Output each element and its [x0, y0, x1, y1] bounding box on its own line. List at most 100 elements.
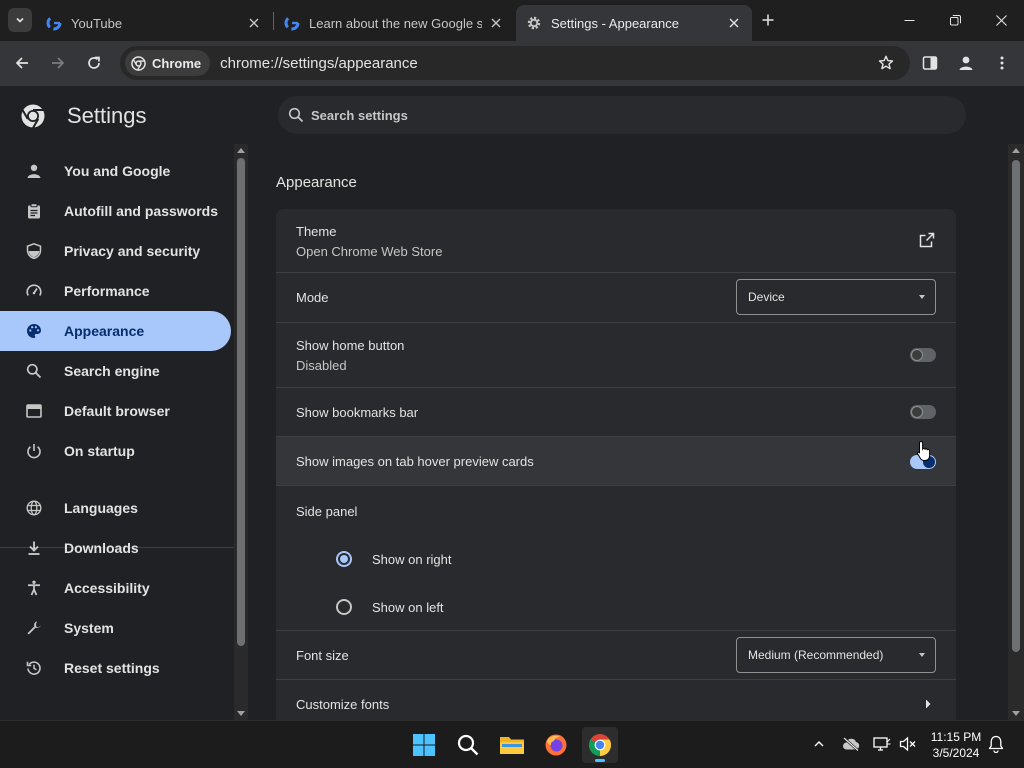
scrollbar-thumb[interactable] [237, 158, 245, 646]
bookmarks-bar-row[interactable]: Show bookmarks bar [276, 387, 956, 436]
show-on-left-label[interactable]: Show on left [372, 600, 444, 615]
mouse-cursor-icon [916, 440, 931, 461]
shield-icon [24, 241, 44, 261]
forward-arrow-icon [52, 57, 65, 69]
hover-cards-row[interactable]: Show images on tab hover preview cards [276, 436, 956, 485]
font-size-row: Font size Medium (Recommended) [276, 630, 956, 679]
font-size-label: Font size [296, 648, 349, 663]
mode-row: Mode Device [276, 272, 956, 322]
back-arrow-icon [15, 57, 28, 69]
chrome-icon[interactable] [582, 727, 618, 763]
sidebar-item-label: On startup [64, 443, 135, 459]
profile-button[interactable] [954, 51, 978, 75]
sidebar-item-search-engine[interactable]: Search engine [0, 351, 231, 391]
close-window-button[interactable] [986, 8, 1016, 32]
sidebar-item-reset-settings[interactable]: Reset settings [0, 648, 231, 688]
display-icon[interactable] [871, 733, 893, 755]
reload-button[interactable] [82, 51, 106, 75]
notification-bell-icon[interactable] [985, 733, 1007, 755]
tab-search-button[interactable] [8, 8, 32, 32]
bookmark-star-icon[interactable] [872, 49, 900, 77]
accessibility-icon [24, 578, 44, 598]
chip-label: Chrome [152, 55, 202, 71]
cloud-off-icon[interactable] [840, 733, 862, 755]
home-button-toggle[interactable] [910, 348, 936, 362]
close-icon[interactable] [488, 15, 504, 31]
sidebar-item-on-startup[interactable]: On startup [0, 431, 231, 471]
clipboard-icon [24, 201, 44, 221]
scroll-up-arrow[interactable] [237, 148, 245, 153]
sidebar-item-label: Accessibility [64, 580, 150, 596]
show-on-right-label[interactable]: Show on right [372, 552, 452, 567]
sidebar-item-languages[interactable]: Languages [0, 488, 231, 528]
toggle-knob [911, 406, 923, 418]
sidebar-item-default-browser[interactable]: Default browser [0, 391, 231, 431]
minimize-button[interactable] [894, 8, 924, 32]
forward-button[interactable] [46, 51, 70, 75]
search-icon[interactable] [450, 727, 486, 763]
url-text[interactable]: chrome://settings/appearance [220, 55, 872, 72]
sidebar-item-system[interactable]: System [0, 608, 231, 648]
show-on-right-radio[interactable] [336, 551, 352, 567]
chevron-down-icon [16, 17, 24, 23]
google-g-icon [46, 15, 62, 31]
sidebar-item-downloads[interactable]: Downloads [0, 528, 231, 568]
windows-start-icon[interactable] [406, 727, 442, 763]
main-scrollbar[interactable] [1008, 144, 1024, 720]
open-in-new-icon[interactable] [919, 232, 935, 248]
back-button[interactable] [10, 51, 34, 75]
customize-fonts-row[interactable]: Customize fonts [276, 679, 956, 720]
bookmarks-bar-toggle[interactable] [910, 405, 936, 419]
sidebar-scrollbar[interactable] [234, 144, 248, 720]
sidebar-item-label: System [64, 620, 114, 636]
close-icon[interactable] [726, 15, 742, 31]
home-button-row[interactable]: Show home button Disabled [276, 322, 956, 387]
scroll-down-arrow[interactable] [237, 711, 245, 716]
search-settings-input[interactable]: Search settings [278, 96, 966, 134]
address-bar[interactable]: Chrome chrome://settings/appearance [120, 46, 910, 80]
file-explorer-icon[interactable] [494, 727, 530, 763]
show-on-left-radio[interactable] [336, 599, 352, 615]
sidebar-item-appearance[interactable]: Appearance [0, 311, 231, 351]
system-clock[interactable]: 11:15 PM 3/5/2024 [924, 729, 988, 761]
side-panel-icon [922, 56, 938, 70]
sidebar-item-performance[interactable]: Performance [0, 271, 231, 311]
hover-cards-label: Show images on tab hover preview cards [296, 454, 534, 469]
chevron-right-icon [926, 699, 931, 709]
sidebar-item-you-and-google[interactable]: You and Google [0, 151, 231, 191]
font-size-select[interactable]: Medium (Recommended) [736, 637, 936, 673]
sidebar-item-privacy[interactable]: Privacy and security [0, 231, 231, 271]
chrome-menu-button[interactable] [990, 51, 1014, 75]
mode-select[interactable]: Device [736, 279, 936, 315]
side-panel-button[interactable] [918, 51, 942, 75]
volume-muted-icon[interactable] [897, 733, 919, 755]
tab-youtube[interactable]: YouTube [36, 5, 272, 41]
tab-google-sign[interactable]: Learn about the new Google sign [274, 5, 514, 41]
sidebar-item-autofill[interactable]: Autofill and passwords [0, 191, 231, 231]
clock-time: 11:15 PM [930, 730, 982, 744]
home-button-label: Show home button [296, 338, 405, 353]
chrome-chip[interactable]: Chrome [125, 50, 211, 76]
download-icon [24, 538, 44, 558]
globe-icon [24, 498, 44, 518]
theme-label: Theme [296, 224, 337, 239]
restore-button[interactable] [940, 8, 970, 32]
page-title: Settings [67, 103, 147, 128]
gear-icon [527, 16, 541, 30]
speedometer-icon [24, 281, 44, 301]
power-icon [24, 441, 44, 461]
search-icon [24, 361, 44, 381]
chevron-up-icon[interactable] [808, 733, 830, 755]
new-tab-button[interactable] [757, 9, 779, 31]
settings-header: Settings [20, 103, 147, 129]
scrollbar-thumb[interactable] [1012, 160, 1020, 652]
sidebar-item-accessibility[interactable]: Accessibility [0, 568, 231, 608]
section-title: Appearance [276, 174, 357, 191]
scroll-down-arrow[interactable] [1012, 711, 1020, 716]
firefox-icon[interactable] [538, 727, 574, 763]
scroll-up-arrow[interactable] [1012, 148, 1020, 153]
chrome-logo-icon [21, 104, 45, 129]
theme-row[interactable]: Theme Open Chrome Web Store [276, 209, 956, 272]
tab-settings-appearance[interactable]: Settings - Appearance [516, 5, 752, 41]
close-icon[interactable] [246, 15, 262, 31]
